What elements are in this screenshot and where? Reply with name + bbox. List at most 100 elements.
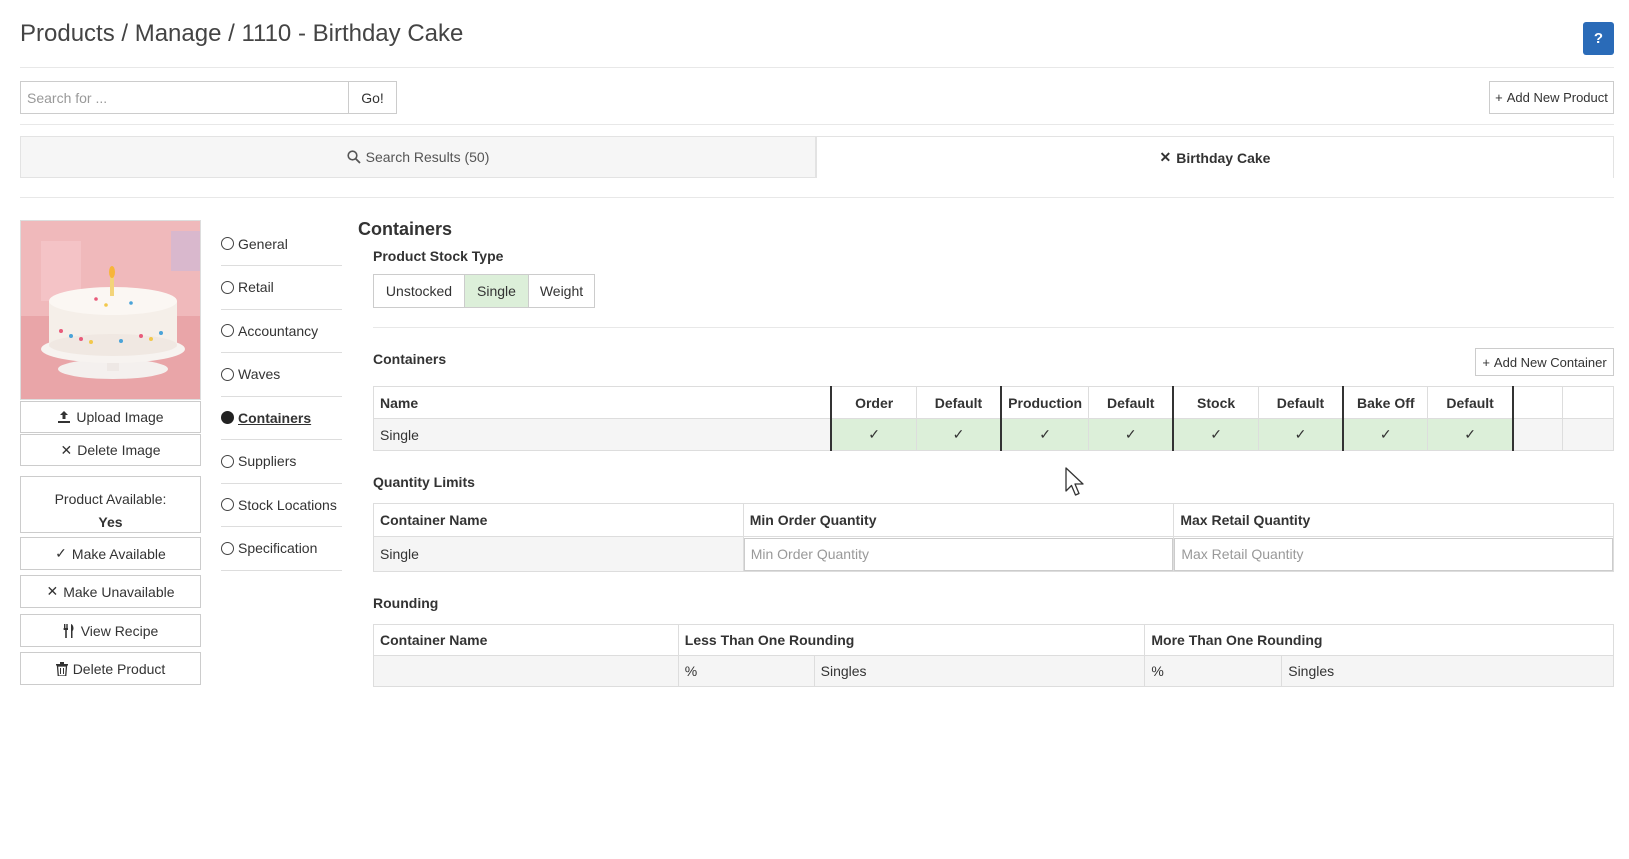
table-row: Single xyxy=(373,536,1614,572)
less-singles-cell[interactable]: Singles xyxy=(813,655,1146,687)
stock-check[interactable]: ✓ xyxy=(1172,418,1259,451)
delete-image-button[interactable]: ✕ Delete Image xyxy=(20,434,201,466)
table-header-row: Container Name Min Order Quantity Max Re… xyxy=(373,503,1614,537)
nav-item-general[interactable]: General xyxy=(221,222,342,266)
radio-icon xyxy=(221,280,234,294)
col-order: Order xyxy=(830,386,917,419)
section-heading: Containers xyxy=(358,219,453,239)
tab-search-results[interactable]: Search Results (50) xyxy=(20,136,816,178)
nav-item-waves[interactable]: Waves xyxy=(221,353,342,397)
divider xyxy=(20,124,1614,125)
go-button[interactable]: Go! xyxy=(348,81,397,114)
nav-item-retail[interactable]: Retail xyxy=(221,266,342,310)
radio-icon xyxy=(221,454,234,468)
radio-icon xyxy=(221,367,234,381)
col-name: Name xyxy=(373,386,832,419)
nav-item-specification[interactable]: Specification xyxy=(221,527,342,571)
upload-icon xyxy=(58,411,71,423)
divider xyxy=(20,197,1614,198)
col-stock: Stock xyxy=(1172,386,1259,419)
radio-icon xyxy=(221,498,234,511)
stock-default-check[interactable]: ✓ xyxy=(1257,418,1344,451)
add-new-product-button[interactable]: + Add New Product xyxy=(1489,81,1614,114)
make-available-button[interactable]: ✓ Make Available xyxy=(20,537,201,570)
nav-item-stock-locations[interactable]: Stock Locations xyxy=(221,483,342,527)
col-default: Default xyxy=(1427,386,1514,419)
more-percent-cell[interactable]: % xyxy=(1144,655,1283,687)
check-icon: ✓ xyxy=(952,426,965,442)
make-unavailable-button[interactable]: ✕ Make Unavailable xyxy=(20,575,201,608)
less-percent-cell[interactable]: % xyxy=(677,655,815,687)
check-icon: ✓ xyxy=(868,426,880,442)
check-icon: ✓ xyxy=(1039,426,1051,442)
help-button[interactable]: ? xyxy=(1583,22,1614,55)
max-retail-quantity-input[interactable] xyxy=(1174,537,1613,571)
mouse-cursor-icon xyxy=(1065,467,1084,496)
availability-value: Yes xyxy=(98,514,123,530)
col-default: Default xyxy=(1257,386,1344,419)
product-image xyxy=(20,220,201,400)
add-new-container-button[interactable]: + Add New Container xyxy=(1475,348,1614,376)
col-bake-off: Bake Off xyxy=(1342,386,1429,419)
radio-icon xyxy=(221,324,234,337)
product-availability: Product Available: Yes xyxy=(20,476,201,533)
delete-product-button[interactable]: Delete Product xyxy=(20,652,201,685)
empty-cell xyxy=(1562,418,1614,451)
nav-item-containers[interactable]: Containers xyxy=(221,396,342,440)
close-icon: ✕ xyxy=(60,441,73,458)
order-check[interactable]: ✓ xyxy=(830,418,917,451)
page-title: Products / Manage / 1110 - Birthday Cake xyxy=(20,20,464,47)
col-more-than-one-rounding: More Than One Rounding xyxy=(1144,624,1614,656)
table-header-row: Name Order Default Production Default St… xyxy=(373,386,1614,419)
search-input[interactable] xyxy=(20,81,348,114)
production-default-check[interactable]: ✓ xyxy=(1088,418,1174,451)
plus-icon: + xyxy=(1482,354,1490,370)
view-recipe-button[interactable]: View Recipe xyxy=(20,614,201,647)
search-bar: Go! xyxy=(20,81,397,114)
rounding-label: Rounding xyxy=(373,595,439,611)
col-production: Production xyxy=(1000,386,1090,419)
col-default: Default xyxy=(1088,386,1174,419)
col-less-than-one-rounding: Less Than One Rounding xyxy=(677,624,1146,656)
empty-cell xyxy=(1511,418,1564,451)
max-retail-cell xyxy=(1173,536,1614,572)
table-row: % Singles % Singles xyxy=(373,655,1614,687)
bake-off-default-check[interactable]: ✓ xyxy=(1427,418,1514,451)
bake-off-check[interactable]: ✓ xyxy=(1342,418,1429,451)
quantity-limits-label: Quantity Limits xyxy=(373,474,475,490)
rounding-table: Container Name Less Than One Rounding Mo… xyxy=(373,624,1614,687)
col-default: Default xyxy=(915,386,1002,419)
col-empty xyxy=(1511,386,1564,419)
check-icon: ✓ xyxy=(1210,426,1222,442)
min-order-quantity-input[interactable] xyxy=(743,537,1174,571)
radio-filled-icon xyxy=(221,411,234,424)
check-icon: ✓ xyxy=(1379,426,1392,442)
containers-label: Containers xyxy=(373,351,447,367)
containers-table: Name Order Default Production Default St… xyxy=(373,386,1614,451)
table-header-row: Container Name Less Than One Rounding Mo… xyxy=(373,624,1614,656)
order-default-check[interactable]: ✓ xyxy=(915,418,1002,451)
nav-item-accountancy[interactable]: Accountancy xyxy=(221,309,342,353)
stock-type-unstocked[interactable]: Unstocked xyxy=(373,274,465,308)
col-max-retail-quantity: Max Retail Quantity xyxy=(1173,503,1614,537)
nav-item-suppliers[interactable]: Suppliers xyxy=(221,440,342,484)
plus-icon: + xyxy=(1495,90,1503,105)
col-container-name: Container Name xyxy=(373,624,679,656)
stock-type-single[interactable]: Single xyxy=(464,274,529,308)
quantity-limits-table: Container Name Min Order Quantity Max Re… xyxy=(373,503,1614,572)
more-singles-cell[interactable]: Singles xyxy=(1281,655,1614,687)
upload-image-button[interactable]: Upload Image xyxy=(20,401,201,433)
container-name-cell xyxy=(373,655,679,687)
production-check[interactable]: ✓ xyxy=(1000,418,1090,451)
close-icon: ✕ xyxy=(46,583,59,599)
check-icon: ✓ xyxy=(1294,426,1307,442)
close-icon[interactable]: ✕ xyxy=(1160,149,1172,166)
divider xyxy=(20,67,1614,68)
col-empty xyxy=(1562,386,1614,419)
check-icon: ✓ xyxy=(55,545,67,561)
check-icon: ✓ xyxy=(1464,426,1476,442)
tab-birthday-cake[interactable]: ✕ Birthday Cake xyxy=(816,136,1614,178)
col-min-order-quantity: Min Order Quantity xyxy=(742,503,1175,537)
container-name-cell: Single xyxy=(373,536,744,572)
stock-type-weight[interactable]: Weight xyxy=(528,274,595,308)
